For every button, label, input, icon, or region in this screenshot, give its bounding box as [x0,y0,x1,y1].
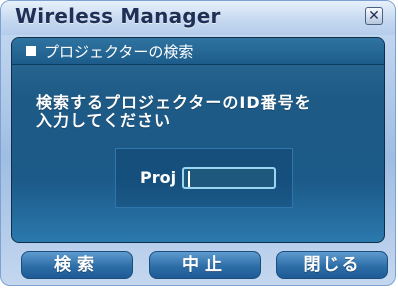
square-icon [26,46,36,56]
panel-header-label: プロジェクターの検索 [44,43,194,61]
id-input-group: Proj [115,148,293,208]
title-bar: Wireless Manager ✕ [1,1,395,35]
wireless-manager-window: Wireless Manager ✕ プロジェクターの検索 検索するプロジェクタ… [0,0,396,286]
close-icon[interactable]: ✕ [365,7,383,25]
search-button[interactable]: 検索 [21,251,133,279]
instruction-line-2: 入力してください [36,111,172,130]
instruction-text: 検索するプロジェクターのID番号を 入力してください [36,94,366,130]
proj-label: Proj [140,168,177,187]
panel-header: プロジェクターの検索 [12,38,384,65]
projector-id-input[interactable] [182,167,276,189]
close-button[interactable]: 閉じる [276,251,388,279]
stop-button[interactable]: 中止 [149,251,261,279]
instruction-line-1: 検索するプロジェクターのID番号を [36,93,312,112]
text-caret [188,171,190,187]
window-title: Wireless Manager [15,4,221,28]
search-panel: プロジェクターの検索 検索するプロジェクターのID番号を 入力してください Pr… [11,37,385,243]
